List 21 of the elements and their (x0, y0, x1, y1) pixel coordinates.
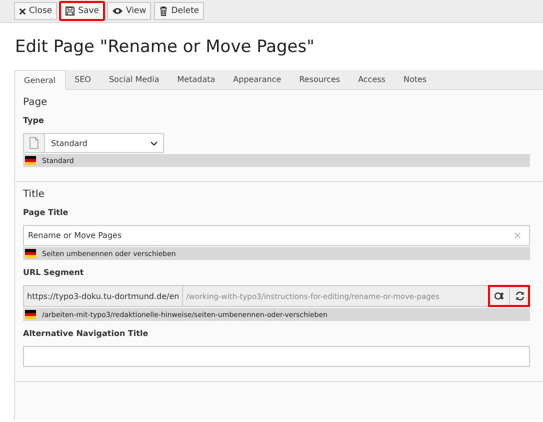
toolbar-button[interactable]: Delete (154, 2, 204, 20)
field-label: URL Segment (23, 268, 85, 277)
tab[interactable]: Appearance (224, 70, 290, 89)
toolbar-button[interactable]: Save (60, 2, 104, 20)
tab[interactable]: Metadata (168, 70, 224, 89)
type-select[interactable]: Standard (23, 133, 164, 153)
field-label: Alternative Navigation Title (23, 329, 150, 338)
tab[interactable]: SEO (66, 70, 100, 89)
page-heading: Edit Page "Rename or Move Pages" (15, 37, 316, 59)
section-title: Page (23, 97, 48, 108)
tab[interactable]: General (14, 70, 66, 90)
field-label: Page Title (23, 208, 70, 217)
text-field[interactable]: Rename or Move Pages (23, 225, 530, 246)
tab[interactable]: Social Media (100, 70, 168, 89)
tab[interactable]: Notes (394, 70, 436, 89)
section-title: Title (23, 189, 46, 200)
toolbar-button[interactable]: Close (14, 2, 58, 20)
tab[interactable]: Resources (290, 70, 350, 89)
toolbar-button[interactable]: View (107, 2, 152, 20)
tab[interactable]: Access (349, 70, 394, 89)
field-label: Type (23, 116, 45, 125)
